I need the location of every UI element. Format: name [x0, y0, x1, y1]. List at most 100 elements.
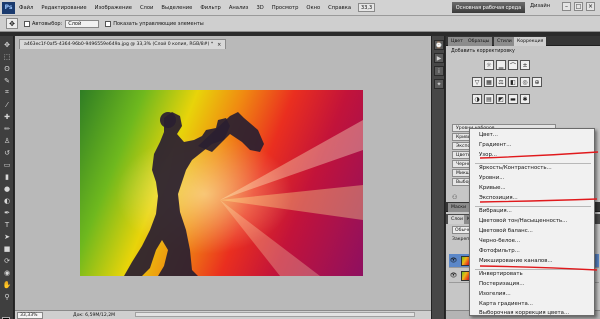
black-white-icon[interactable]: ◧ — [508, 77, 518, 87]
invert-icon[interactable]: ◑ — [472, 94, 482, 104]
tab-color[interactable]: Цвет — [448, 37, 466, 46]
move-tool-icon[interactable]: ✥ — [2, 40, 12, 49]
menu-edit[interactable]: Редактирование — [37, 5, 90, 11]
document-size-info[interactable]: Док: 6,59M/12,2M — [73, 313, 115, 318]
menu-item-photo-filter[interactable]: Фотофильтр... — [479, 248, 520, 254]
menu-item-gradient-map[interactable]: Карта градиента... — [479, 301, 533, 307]
brightness-contrast-icon[interactable]: ☼ — [484, 60, 494, 70]
menu-window[interactable]: Окно — [302, 5, 324, 11]
clone-stamp-tool-icon[interactable]: ♙ — [2, 136, 12, 145]
close-icon[interactable]: × — [217, 42, 221, 48]
channel-mixer-icon[interactable]: ⊕ — [532, 77, 542, 87]
hue-saturation-icon[interactable]: ▦ — [484, 77, 494, 87]
lasso-tool-icon[interactable]: ʘ — [2, 64, 12, 73]
menu-item-color-balance[interactable]: Цветовой баланс... — [479, 228, 533, 234]
eyedropper-tool-icon[interactable]: ⁄ — [2, 100, 12, 109]
close-button[interactable]: × — [586, 2, 595, 11]
maximize-button[interactable]: □ — [574, 2, 583, 11]
history-panel-icon[interactable]: ⌚ — [434, 40, 444, 50]
gradient-tool-icon[interactable]: ▮ — [2, 172, 12, 181]
options-bar: ✥ Автовыбор: Слой Показать управляющие э… — [0, 16, 600, 32]
menu-layers[interactable]: Слои — [136, 5, 157, 11]
eye-icon[interactable]: 👁 — [449, 271, 458, 280]
selective-color-icon[interactable]: ✱ — [520, 94, 530, 104]
menu-item-vibrance[interactable]: Вибрация... — [479, 208, 512, 214]
adjustment-layer-menu: Цвет... Градиент... Узор... Яркость/Конт… — [469, 128, 595, 316]
menu-item-selective-color[interactable]: Выборочная коррекция цвета... — [479, 310, 569, 316]
marquee-tool-icon[interactable]: ⬚ — [2, 52, 12, 61]
tab-adjustments[interactable]: Коррекция — [514, 37, 547, 46]
add-adjustment-label: Добавить корректировку — [451, 49, 515, 54]
hand-tool-icon[interactable]: ✋ — [2, 280, 12, 289]
menu-help[interactable]: Справка — [324, 5, 355, 11]
photo-filter-icon[interactable]: ◎ — [520, 77, 530, 87]
curves-icon[interactable]: ⌒ — [508, 60, 518, 70]
menu-item-color[interactable]: Цвет... — [479, 132, 498, 138]
3d-rotate-tool-icon[interactable]: ⟳ — [2, 256, 12, 265]
document-tab[interactable]: a463ec1f-0af5-4364-96b0-9496559e649a.jpg… — [19, 39, 227, 49]
menu-item-threshold[interactable]: Изогелия... — [479, 291, 511, 297]
history-brush-tool-icon[interactable]: ↺ — [2, 148, 12, 157]
menu-item-exposure[interactable]: Экспозиция... — [479, 195, 518, 201]
autoselect-label: Автовыбор: — [32, 20, 63, 27]
info-panel-icon[interactable]: i — [434, 66, 444, 76]
vibrance-icon[interactable]: ▽ — [472, 77, 482, 87]
menu-item-pattern[interactable]: Узор... — [479, 152, 497, 158]
horizontal-scrollbar[interactable] — [135, 312, 415, 317]
brush-tool-icon[interactable]: ✏ — [2, 124, 12, 133]
posterize-icon[interactable]: ▤ — [484, 94, 494, 104]
healing-brush-tool-icon[interactable]: ✚ — [2, 112, 12, 121]
levels-icon[interactable]: ▁ — [496, 60, 506, 70]
threshold-icon[interactable]: ◩ — [496, 94, 506, 104]
menu-separator — [475, 269, 591, 270]
brushes-panel-icon[interactable]: ✦ — [434, 79, 444, 89]
actions-panel-icon[interactable]: ▶ — [434, 53, 444, 63]
menu-select[interactable]: Выделение — [157, 5, 196, 11]
tab-masks[interactable]: Маски — [448, 203, 470, 212]
path-selection-tool-icon[interactable]: ➤ — [2, 232, 12, 241]
menu-item-black-white[interactable]: Черно-белое... — [479, 238, 520, 244]
tab-swatches[interactable]: Образцы — [465, 37, 493, 46]
move-tool-preset-icon[interactable]: ✥ — [6, 18, 18, 29]
menu-item-invert[interactable]: Инвертировать — [479, 271, 523, 277]
blur-tool-icon[interactable]: ● — [2, 184, 12, 193]
workspace-button[interactable]: Основная рабочая среда — [452, 2, 525, 13]
clip-to-layer-icon[interactable]: ⚇ — [452, 194, 457, 201]
menu-item-brightness-contrast[interactable]: Яркость/Контрастность... — [479, 165, 552, 171]
menu-3d[interactable]: 3D — [252, 5, 267, 11]
menu-item-channel-mixer[interactable]: Микширование каналов... — [479, 258, 553, 264]
zoom-tool-icon[interactable]: ⚲ — [2, 292, 12, 301]
menu-item-posterize[interactable]: Постеризация... — [479, 281, 524, 287]
quick-select-tool-icon[interactable]: ✎ — [2, 76, 12, 85]
menu-analysis[interactable]: Анализ — [225, 5, 253, 11]
menu-view[interactable]: Просмотр — [268, 5, 303, 11]
show-transform-controls-checkbox[interactable] — [105, 20, 112, 27]
menu-item-hue-saturation[interactable]: Цветовой тон/Насыщенность... — [479, 218, 567, 224]
shape-tool-icon[interactable]: ■ — [2, 244, 12, 253]
3d-camera-tool-icon[interactable]: ◉ — [2, 268, 12, 277]
image-canvas[interactable] — [80, 90, 363, 276]
exposure-icon[interactable]: ± — [520, 60, 530, 70]
design-workspace-link[interactable]: Дизайн — [530, 3, 550, 9]
eraser-tool-icon[interactable]: ▭ — [2, 160, 12, 169]
autoselect-checkbox[interactable] — [24, 20, 30, 27]
eye-icon[interactable]: 👁 — [449, 256, 458, 265]
status-zoom-field[interactable]: 33,33% — [17, 311, 43, 319]
type-tool-icon[interactable]: T — [2, 220, 12, 229]
minimize-button[interactable]: – — [562, 2, 571, 11]
color-balance-icon[interactable]: ⚖ — [496, 77, 506, 87]
menu-file[interactable]: Файл — [15, 5, 37, 11]
crop-tool-icon[interactable]: ⌗ — [2, 88, 12, 97]
menu-item-levels[interactable]: Уровни... — [479, 175, 504, 181]
adjustments-panel-header: Цвет Образцы Стили Коррекция — [446, 36, 600, 46]
zoom-level-field[interactable]: 33,3 — [358, 3, 376, 12]
menu-item-curves[interactable]: Кривые... — [479, 185, 506, 191]
tab-styles[interactable]: Стили — [494, 37, 515, 46]
gradient-map-icon[interactable]: ▬ — [508, 94, 518, 104]
menu-filter[interactable]: Фильтр — [196, 5, 225, 11]
menu-image[interactable]: Изображение — [91, 5, 136, 11]
autoselect-select[interactable]: Слой — [65, 19, 100, 28]
menu-item-gradient[interactable]: Градиент... — [479, 142, 511, 148]
pen-tool-icon[interactable]: ✒ — [2, 208, 12, 217]
dodge-tool-icon[interactable]: ◐ — [2, 196, 12, 205]
